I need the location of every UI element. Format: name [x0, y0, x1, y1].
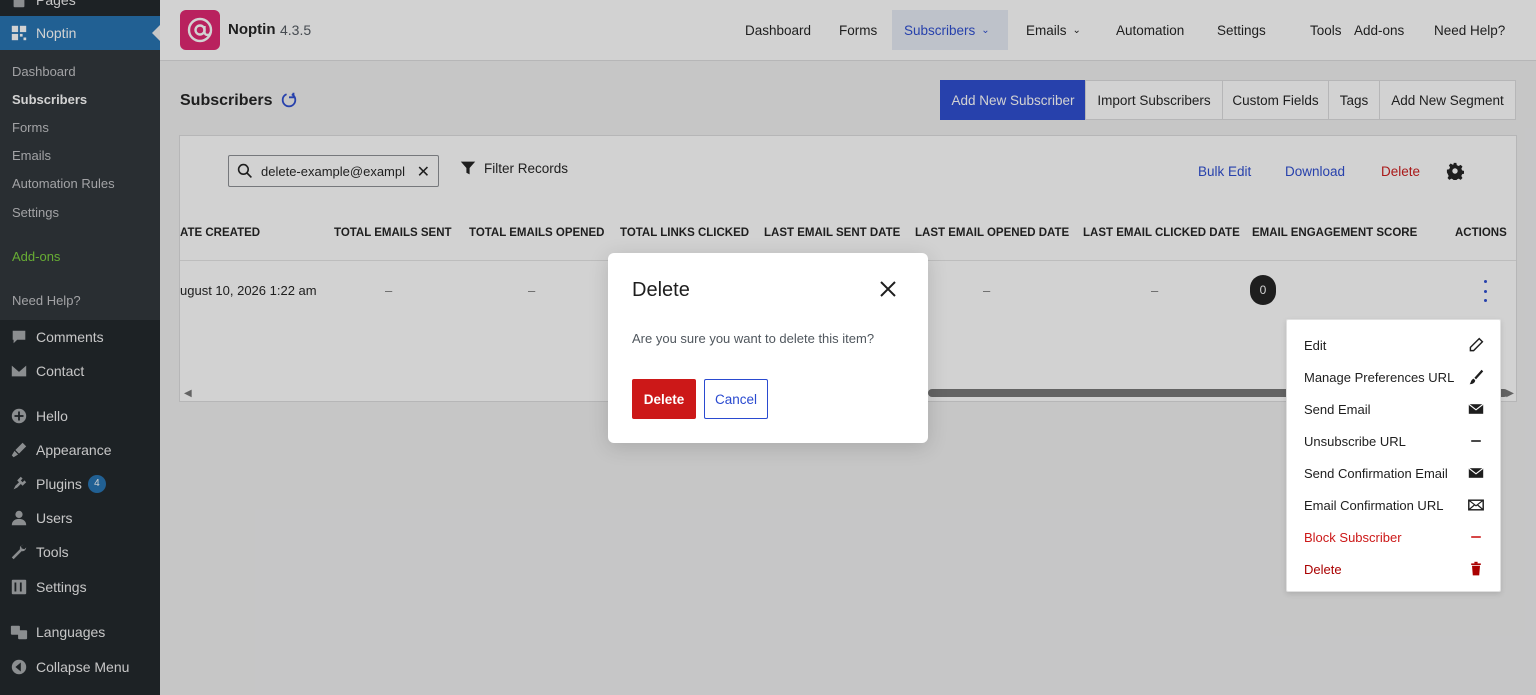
menu-edit-label: Edit: [1304, 337, 1327, 353]
modal-title: Delete: [632, 279, 690, 301]
trash-icon: [1471, 561, 1481, 576]
menu-block-label: Block Subscriber: [1304, 529, 1402, 545]
close-icon[interactable]: [876, 277, 900, 301]
menu-send-email[interactable]: Send Email: [1304, 397, 1484, 421]
menu-manage-preferences-url[interactable]: Manage Preferences URL: [1304, 365, 1484, 389]
envelope-open-icon: [1468, 499, 1484, 511]
cancel-button[interactable]: Cancel: [704, 379, 768, 419]
menu-unsubscribe-label: Unsubscribe URL: [1304, 433, 1406, 449]
envelope-icon: [1468, 467, 1484, 478]
brush-icon: [1469, 369, 1484, 385]
envelope-icon: [1468, 403, 1484, 414]
menu-delete-label: Delete: [1304, 561, 1342, 577]
menu-send-confirmation-email[interactable]: Send Confirmation Email: [1304, 461, 1484, 485]
menu-send-email-label: Send Email: [1304, 401, 1371, 417]
pencil-icon: [1469, 337, 1484, 352]
modal-message: Are you sure you want to delete this ite…: [632, 331, 875, 346]
menu-send-confirmation-label: Send Confirmation Email: [1304, 465, 1448, 481]
menu-confirmation-url-label: Email Confirmation URL: [1304, 497, 1444, 513]
menu-unsubscribe-url[interactable]: Unsubscribe URL: [1304, 429, 1484, 453]
menu-block-subscriber[interactable]: Block Subscriber: [1304, 525, 1484, 549]
confirm-delete-button[interactable]: Delete: [632, 379, 696, 419]
menu-delete[interactable]: Delete: [1304, 557, 1484, 581]
block-icon: [1471, 536, 1481, 538]
delete-confirmation-modal: Delete Are you sure you want to delete t…: [608, 253, 928, 443]
menu-edit[interactable]: Edit: [1304, 333, 1484, 357]
minus-icon: [1471, 440, 1481, 442]
menu-email-confirmation-url[interactable]: Email Confirmation URL: [1304, 493, 1484, 517]
menu-manage-preferences-label: Manage Preferences URL: [1304, 369, 1455, 385]
row-actions-menu: Edit Manage Preferences URL Send Email U…: [1286, 319, 1501, 592]
